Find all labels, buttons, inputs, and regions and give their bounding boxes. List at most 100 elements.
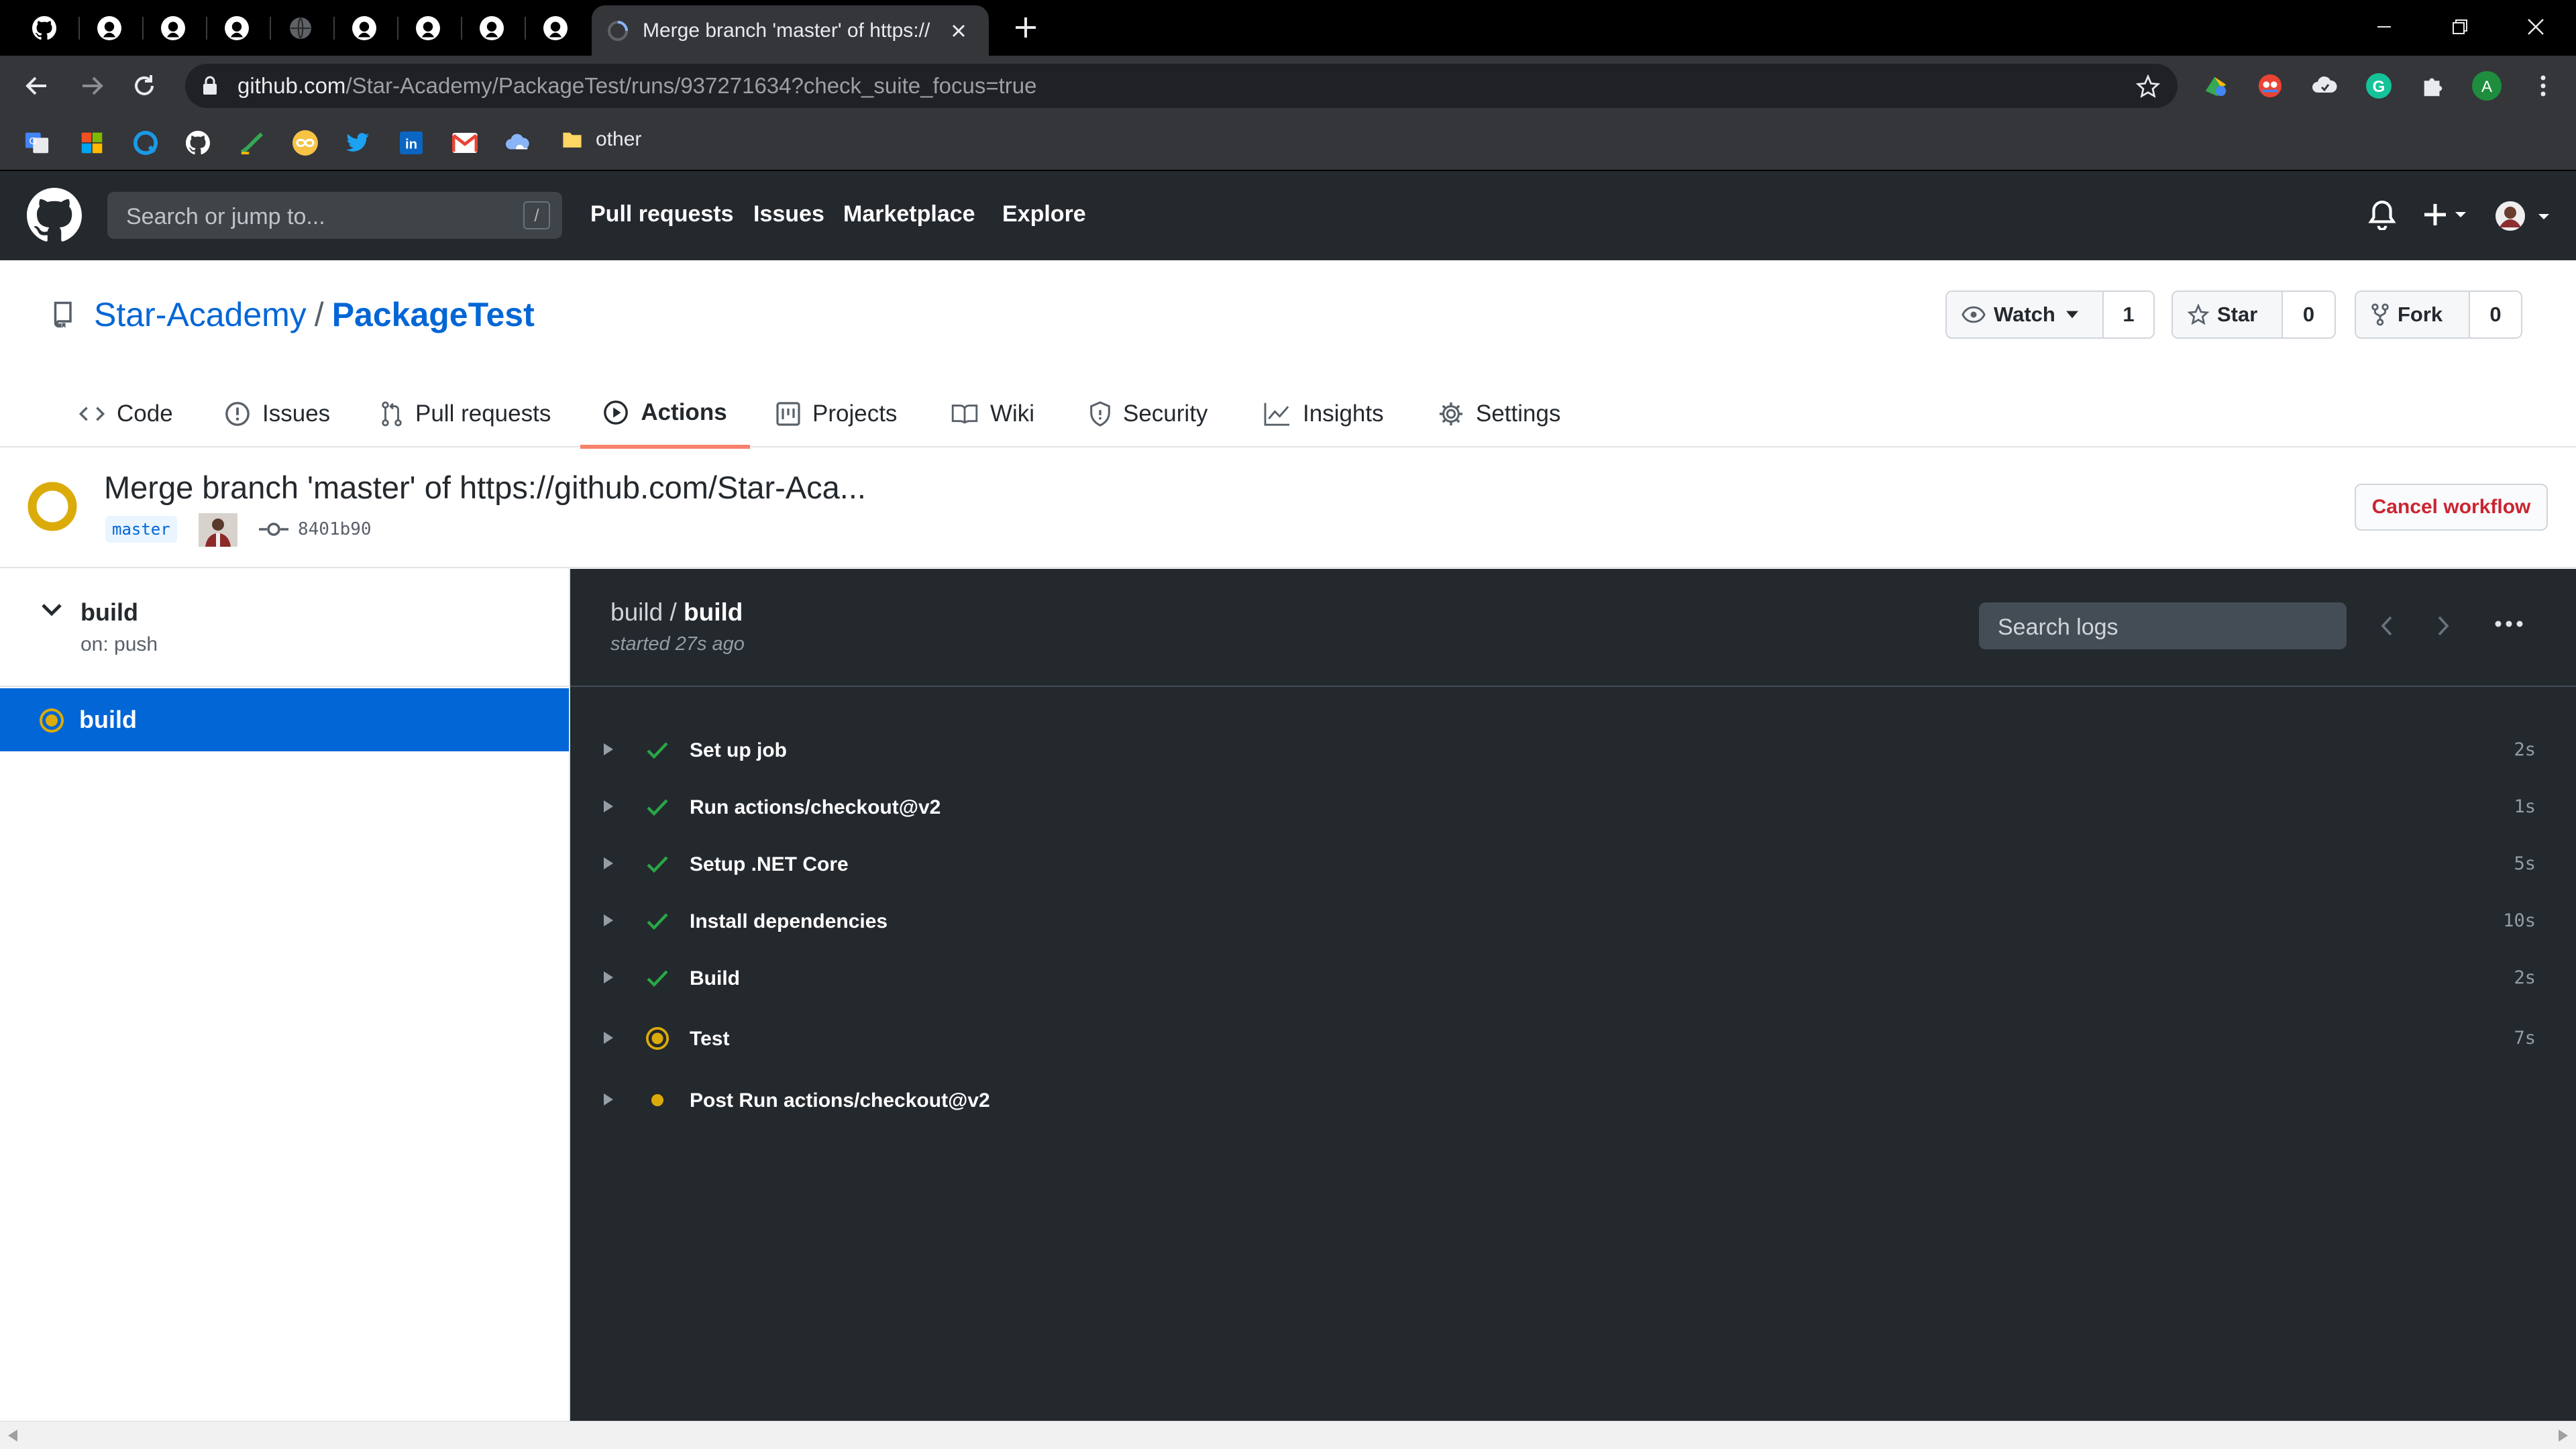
user-avatar-menu-icon[interactable] — [2494, 199, 2553, 233]
close-icon — [2528, 19, 2544, 35]
pinned-tab-github[interactable] — [13, 7, 75, 49]
pinned-tab-github[interactable] — [333, 7, 395, 49]
caret-right-icon[interactable] — [604, 971, 613, 983]
repo-name-link[interactable]: PackageTest — [332, 295, 535, 334]
repo-owner-link[interactable]: Star-Academy — [94, 295, 307, 334]
chevron-down-icon[interactable] — [40, 602, 63, 617]
watch-count[interactable]: 1 — [2104, 292, 2153, 337]
chevron-left-icon[interactable] — [2380, 614, 2394, 637]
pinned-tab-github[interactable] — [78, 7, 140, 49]
caret-right-icon[interactable] — [604, 800, 613, 812]
bookmark-curve[interactable] — [238, 129, 265, 156]
graph-icon — [1264, 402, 1289, 426]
bookmark-folder-other[interactable]: other — [561, 128, 641, 151]
pinned-tab-github[interactable] — [206, 7, 268, 49]
fork-count[interactable]: 0 — [2470, 292, 2521, 337]
caret-right-icon[interactable] — [604, 1093, 613, 1106]
tab-issues[interactable]: Issues — [225, 380, 330, 447]
bookmark-github[interactable] — [184, 129, 211, 156]
tab-security[interactable]: Security — [1089, 380, 1208, 447]
log-step-row[interactable]: Setup .NET Core 5s — [570, 837, 2576, 891]
bookmark-microsoft[interactable] — [78, 129, 105, 156]
check-icon — [647, 970, 668, 987]
repo-tabs: Code Issues Pull requests Actions Projec… — [0, 380, 2576, 449]
log-step-row[interactable]: Test 7s — [570, 1012, 2576, 1065]
nav-explore[interactable]: Explore — [1002, 201, 1086, 227]
caret-right-icon[interactable] — [604, 1032, 613, 1044]
workflow-group[interactable]: build on: push — [0, 569, 569, 687]
extension-button[interactable] — [2309, 70, 2340, 101]
new-tab-icon[interactable] — [1012, 13, 1040, 42]
pinned-tab-github[interactable] — [397, 7, 459, 49]
bookmark-quora[interactable] — [132, 129, 159, 156]
horizontal-scrollbar[interactable] — [0, 1421, 2576, 1449]
fork-button[interactable]: Fork — [2356, 292, 2470, 337]
kebab-horizontal-icon[interactable] — [2494, 620, 2524, 628]
log-step-row[interactable]: Set up job 2s — [570, 723, 2576, 777]
tab-projects[interactable]: Projects — [776, 380, 897, 447]
pinned-tab-github[interactable] — [142, 7, 204, 49]
log-step-row[interactable]: Run actions/checkout@v2 1s — [570, 780, 2576, 834]
tab-settings[interactable]: Settings — [1438, 380, 1560, 447]
url-path: /Star-Academy/PackageTest/runs/937271634… — [345, 73, 1037, 98]
tab-code[interactable]: Code — [79, 380, 173, 447]
create-new-plus-icon[interactable] — [2422, 199, 2469, 230]
bookmark-gmail[interactable] — [451, 129, 478, 156]
bookmark-linkedin[interactable]: in — [398, 129, 425, 156]
sidebar-item-build-job[interactable]: build — [0, 688, 569, 751]
nav-pull-requests[interactable]: Pull requests — [590, 201, 734, 227]
log-step-row[interactable]: Build 2s — [570, 951, 2576, 1005]
browser-menu-button[interactable] — [2528, 70, 2559, 101]
back-button[interactable] — [21, 70, 52, 101]
tab-code-label: Code — [117, 400, 173, 427]
extension-button[interactable] — [2255, 70, 2286, 101]
pinned-tab-github[interactable] — [461, 7, 523, 49]
address-bar[interactable]: github.com/Star-Academy/PackageTest/runs… — [185, 64, 2178, 108]
bookmark-infinity[interactable] — [292, 129, 319, 156]
nav-issues[interactable]: Issues — [753, 201, 824, 227]
github-logo-icon[interactable] — [27, 188, 82, 243]
profile-button[interactable]: A — [2471, 70, 2502, 101]
active-tab[interactable]: Merge branch 'master' of https:// — [592, 5, 989, 56]
bookmark-cloud[interactable] — [505, 129, 532, 156]
tab-pull-requests[interactable]: Pull requests — [380, 380, 551, 447]
lock-icon[interactable] — [201, 76, 219, 96]
extension-button[interactable] — [2200, 70, 2231, 101]
close-tab-icon[interactable] — [950, 22, 967, 40]
caret-right-icon[interactable] — [604, 743, 613, 755]
actor-avatar[interactable] — [199, 513, 237, 547]
log-step-row[interactable]: Post Run actions/checkout@v2 — [570, 1073, 2576, 1127]
extensions-menu-button[interactable] — [2418, 70, 2449, 101]
close-window-button[interactable] — [2509, 7, 2563, 47]
nav-marketplace[interactable]: Marketplace — [843, 201, 975, 227]
search-logs-input[interactable]: Search logs — [1979, 602, 2347, 649]
branch-badge[interactable]: master — [105, 516, 177, 543]
caret-right-icon[interactable] — [604, 914, 613, 926]
tab-actions[interactable]: Actions — [580, 380, 750, 449]
forward-button[interactable] — [76, 70, 107, 101]
scroll-left-arrow-icon[interactable] — [8, 1430, 17, 1442]
bookmark-twitter[interactable] — [344, 129, 371, 156]
watch-button[interactable]: Watch — [1947, 292, 2104, 337]
grammarly-button[interactable]: G — [2363, 70, 2394, 101]
star-button[interactable]: Star — [2173, 292, 2283, 337]
minimize-window-button[interactable] — [2357, 7, 2411, 47]
chevron-right-icon[interactable] — [2436, 614, 2450, 637]
bookmark-star-icon[interactable] — [2136, 74, 2160, 99]
tab-insights[interactable]: Insights — [1264, 380, 1384, 447]
scroll-right-arrow-icon[interactable] — [2559, 1430, 2568, 1442]
cancel-workflow-button[interactable]: Cancel workflow — [2355, 484, 2548, 531]
commit-sha[interactable]: 8401b90 — [298, 519, 372, 539]
reload-button[interactable] — [129, 70, 160, 101]
restore-window-button[interactable] — [2433, 7, 2487, 47]
check-icon — [647, 856, 668, 873]
star-count[interactable]: 0 — [2283, 292, 2334, 337]
github-search-input[interactable]: Search or jump to... / — [107, 192, 562, 239]
bookmark-translate[interactable]: G — [23, 129, 50, 156]
pinned-tab-web[interactable] — [270, 7, 331, 49]
tab-wiki[interactable]: Wiki — [951, 380, 1034, 447]
pinned-tab-github[interactable] — [525, 7, 586, 49]
caret-right-icon[interactable] — [604, 857, 613, 869]
bell-icon[interactable] — [2368, 199, 2396, 230]
log-step-row[interactable]: Install dependencies 10s — [570, 894, 2576, 948]
